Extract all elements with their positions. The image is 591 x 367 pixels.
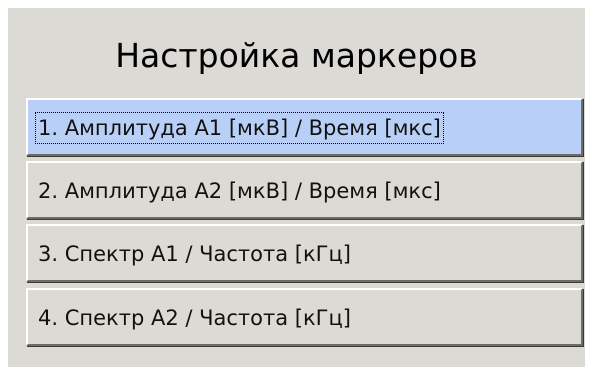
marker-settings-panel: Настройка маркеров 1. Амплитуда А1 [мкВ]… xyxy=(8,8,585,367)
spectrum-a2-frequency-button[interactable]: 4. Спектр А2 / Частота [кГц] xyxy=(26,288,583,346)
menu-item-label: 4. Спектр А2 / Частота [кГц] xyxy=(38,306,351,330)
menu-item-label: 2. Амплитуда А2 [мкВ] / Время [мкс] xyxy=(38,179,441,203)
page-title: Настройка маркеров xyxy=(115,36,478,75)
amplitude-a1-time-button[interactable]: 1. Амплитуда А1 [мкВ] / Время [мкс] xyxy=(26,98,583,156)
menu-item-label: 3. Спектр А1 / Частота [кГц] xyxy=(38,242,351,266)
menu-item-label: 1. Амплитуда А1 [мкВ] / Время [мкс] xyxy=(35,112,444,144)
spectrum-a1-frequency-button[interactable]: 3. Спектр А1 / Частота [кГц] xyxy=(26,224,583,282)
amplitude-a2-time-button[interactable]: 2. Амплитуда А2 [мкВ] / Время [мкс] xyxy=(26,161,583,219)
